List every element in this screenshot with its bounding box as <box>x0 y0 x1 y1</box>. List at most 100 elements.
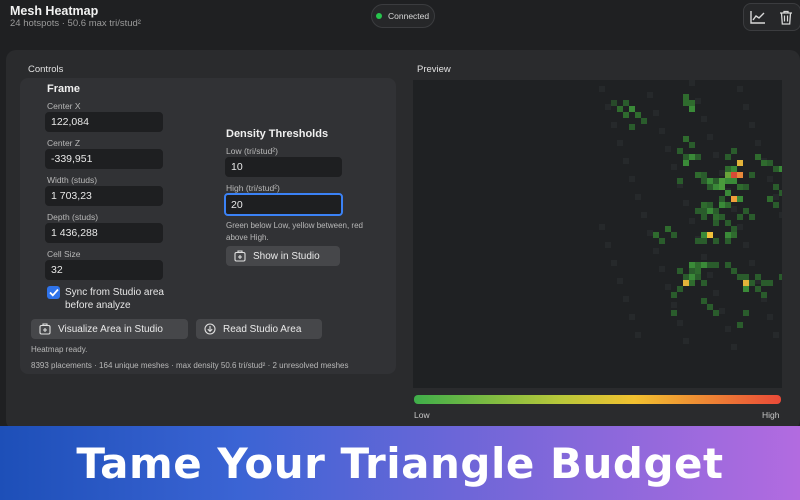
sync-checkbox-label: Sync from Studio area before analyze <box>65 287 164 311</box>
width-field[interactable] <box>45 186 163 206</box>
heatmap-cell <box>713 310 719 316</box>
heatmap-cell <box>701 232 707 238</box>
heatmap-preview[interactable] <box>413 80 782 388</box>
heatmap-cell <box>677 178 683 184</box>
heatmap-cell <box>689 106 695 112</box>
heatmap-cell <box>683 100 689 106</box>
heatmap-cell <box>731 148 737 154</box>
heatmap-stats: 8393 placements · 164 unique meshes · ma… <box>31 361 349 370</box>
heatmap-cell <box>671 310 677 316</box>
heatmap-cell <box>695 154 701 160</box>
heatmap-cell <box>743 208 749 214</box>
preview-section-title: Preview <box>417 64 451 75</box>
heatmap-cell <box>761 160 767 166</box>
connection-status: Connected <box>371 4 435 28</box>
heatmap-cell <box>719 202 725 208</box>
heatmap-cell <box>725 202 731 208</box>
heatmap-cell <box>707 178 713 184</box>
depth-label: Depth (studs) <box>47 212 99 222</box>
low-threshold-field[interactable] <box>225 157 342 177</box>
heatmap-cell <box>749 172 755 178</box>
cell-size-label: Cell Size <box>47 249 81 259</box>
heatmap-cell <box>689 262 695 268</box>
heatmap-cell <box>719 214 725 220</box>
heatmap-cell <box>689 142 695 148</box>
heatmap-cell <box>665 226 671 232</box>
heatmap-cell <box>713 220 719 226</box>
heatmap-cell <box>719 196 725 202</box>
heatmap-cell <box>725 178 731 184</box>
heatmap-cell <box>689 100 695 106</box>
heatmap-cell <box>755 274 761 280</box>
heatmap-cell <box>731 196 737 202</box>
heatmap-cell <box>767 196 773 202</box>
app-subtitle: 24 hotspots · 50.6 max tri/stud² <box>10 18 141 29</box>
cell-size-field[interactable] <box>45 260 163 280</box>
center-x-field[interactable] <box>45 112 163 132</box>
delete-button[interactable] <box>776 7 796 27</box>
show-in-studio-button[interactable]: Show in Studio <box>226 246 340 266</box>
read-studio-area-button[interactable]: Read Studio Area <box>196 319 322 339</box>
heatmap-cell <box>701 280 707 286</box>
heatmap-cell <box>689 268 695 274</box>
studio-icon <box>234 250 246 262</box>
heatmap-cell <box>737 322 743 328</box>
threshold-help-text: Green below Low, yellow between, red abo… <box>226 221 363 242</box>
heatmap-cell <box>737 196 743 202</box>
visualize-area-label: Visualize Area in Studio <box>58 323 163 335</box>
density-title: Density Thresholds <box>226 128 329 140</box>
heatmap-cell <box>683 154 689 160</box>
heatmap-cell <box>737 160 743 166</box>
heatmap-cell <box>725 154 731 160</box>
heatmap-cell <box>629 124 635 130</box>
heatmap-cell <box>713 184 719 190</box>
heatmap-cell <box>707 304 713 310</box>
heatmap-cell <box>749 280 755 286</box>
heatmap-cell <box>737 172 743 178</box>
heatmap-cell <box>683 274 689 280</box>
heatmap-cell <box>779 274 782 280</box>
visualize-area-button[interactable]: Visualize Area in Studio <box>31 319 188 339</box>
heatmap-cell <box>731 166 737 172</box>
heatmap-cell <box>767 160 773 166</box>
heatmap-cell <box>695 268 701 274</box>
heatmap-cell <box>695 274 701 280</box>
heatmap-cell <box>719 178 725 184</box>
heatmap-cell <box>701 172 707 178</box>
heatmap-cell <box>731 232 737 238</box>
center-z-field[interactable] <box>45 149 163 169</box>
read-studio-area-label: Read Studio Area <box>223 323 302 335</box>
checkmark-icon <box>48 288 59 297</box>
legend-low-label: Low <box>414 410 430 420</box>
heatmap-cell <box>725 190 731 196</box>
depth-field[interactable] <box>45 223 163 243</box>
heatmap-cell <box>761 280 767 286</box>
chart-button[interactable] <box>748 7 768 27</box>
heatmap-cell <box>731 178 737 184</box>
heatmap-cell <box>707 262 713 268</box>
heatmap-cell <box>713 262 719 268</box>
heatmap-cell <box>743 280 749 286</box>
download-circle-icon <box>204 323 216 335</box>
heatmap-cell <box>773 184 779 190</box>
heatmap-cell <box>737 274 743 280</box>
heatmap-cell <box>695 262 701 268</box>
heatmap-cell <box>611 100 617 106</box>
heatmap-cell <box>617 106 623 112</box>
heatmap-cell <box>779 190 782 196</box>
heatmap-cell <box>683 160 689 166</box>
heatmap-cell <box>683 280 689 286</box>
heatmap-cell <box>743 286 749 292</box>
sync-checkbox[interactable] <box>47 286 60 299</box>
high-threshold-field[interactable] <box>224 193 343 216</box>
heatmap-cell <box>749 214 755 220</box>
heatmap-cell <box>731 268 737 274</box>
heatmap-cell <box>725 232 731 238</box>
heatmap-cell <box>761 292 767 298</box>
width-label: Width (studs) <box>47 175 98 185</box>
heatmap-cell <box>701 178 707 184</box>
heatmap-cell <box>623 100 629 106</box>
heatmap-cell <box>635 112 641 118</box>
heatmap-cell <box>719 184 725 190</box>
high-threshold-label: High (tri/stud²) <box>226 183 280 193</box>
